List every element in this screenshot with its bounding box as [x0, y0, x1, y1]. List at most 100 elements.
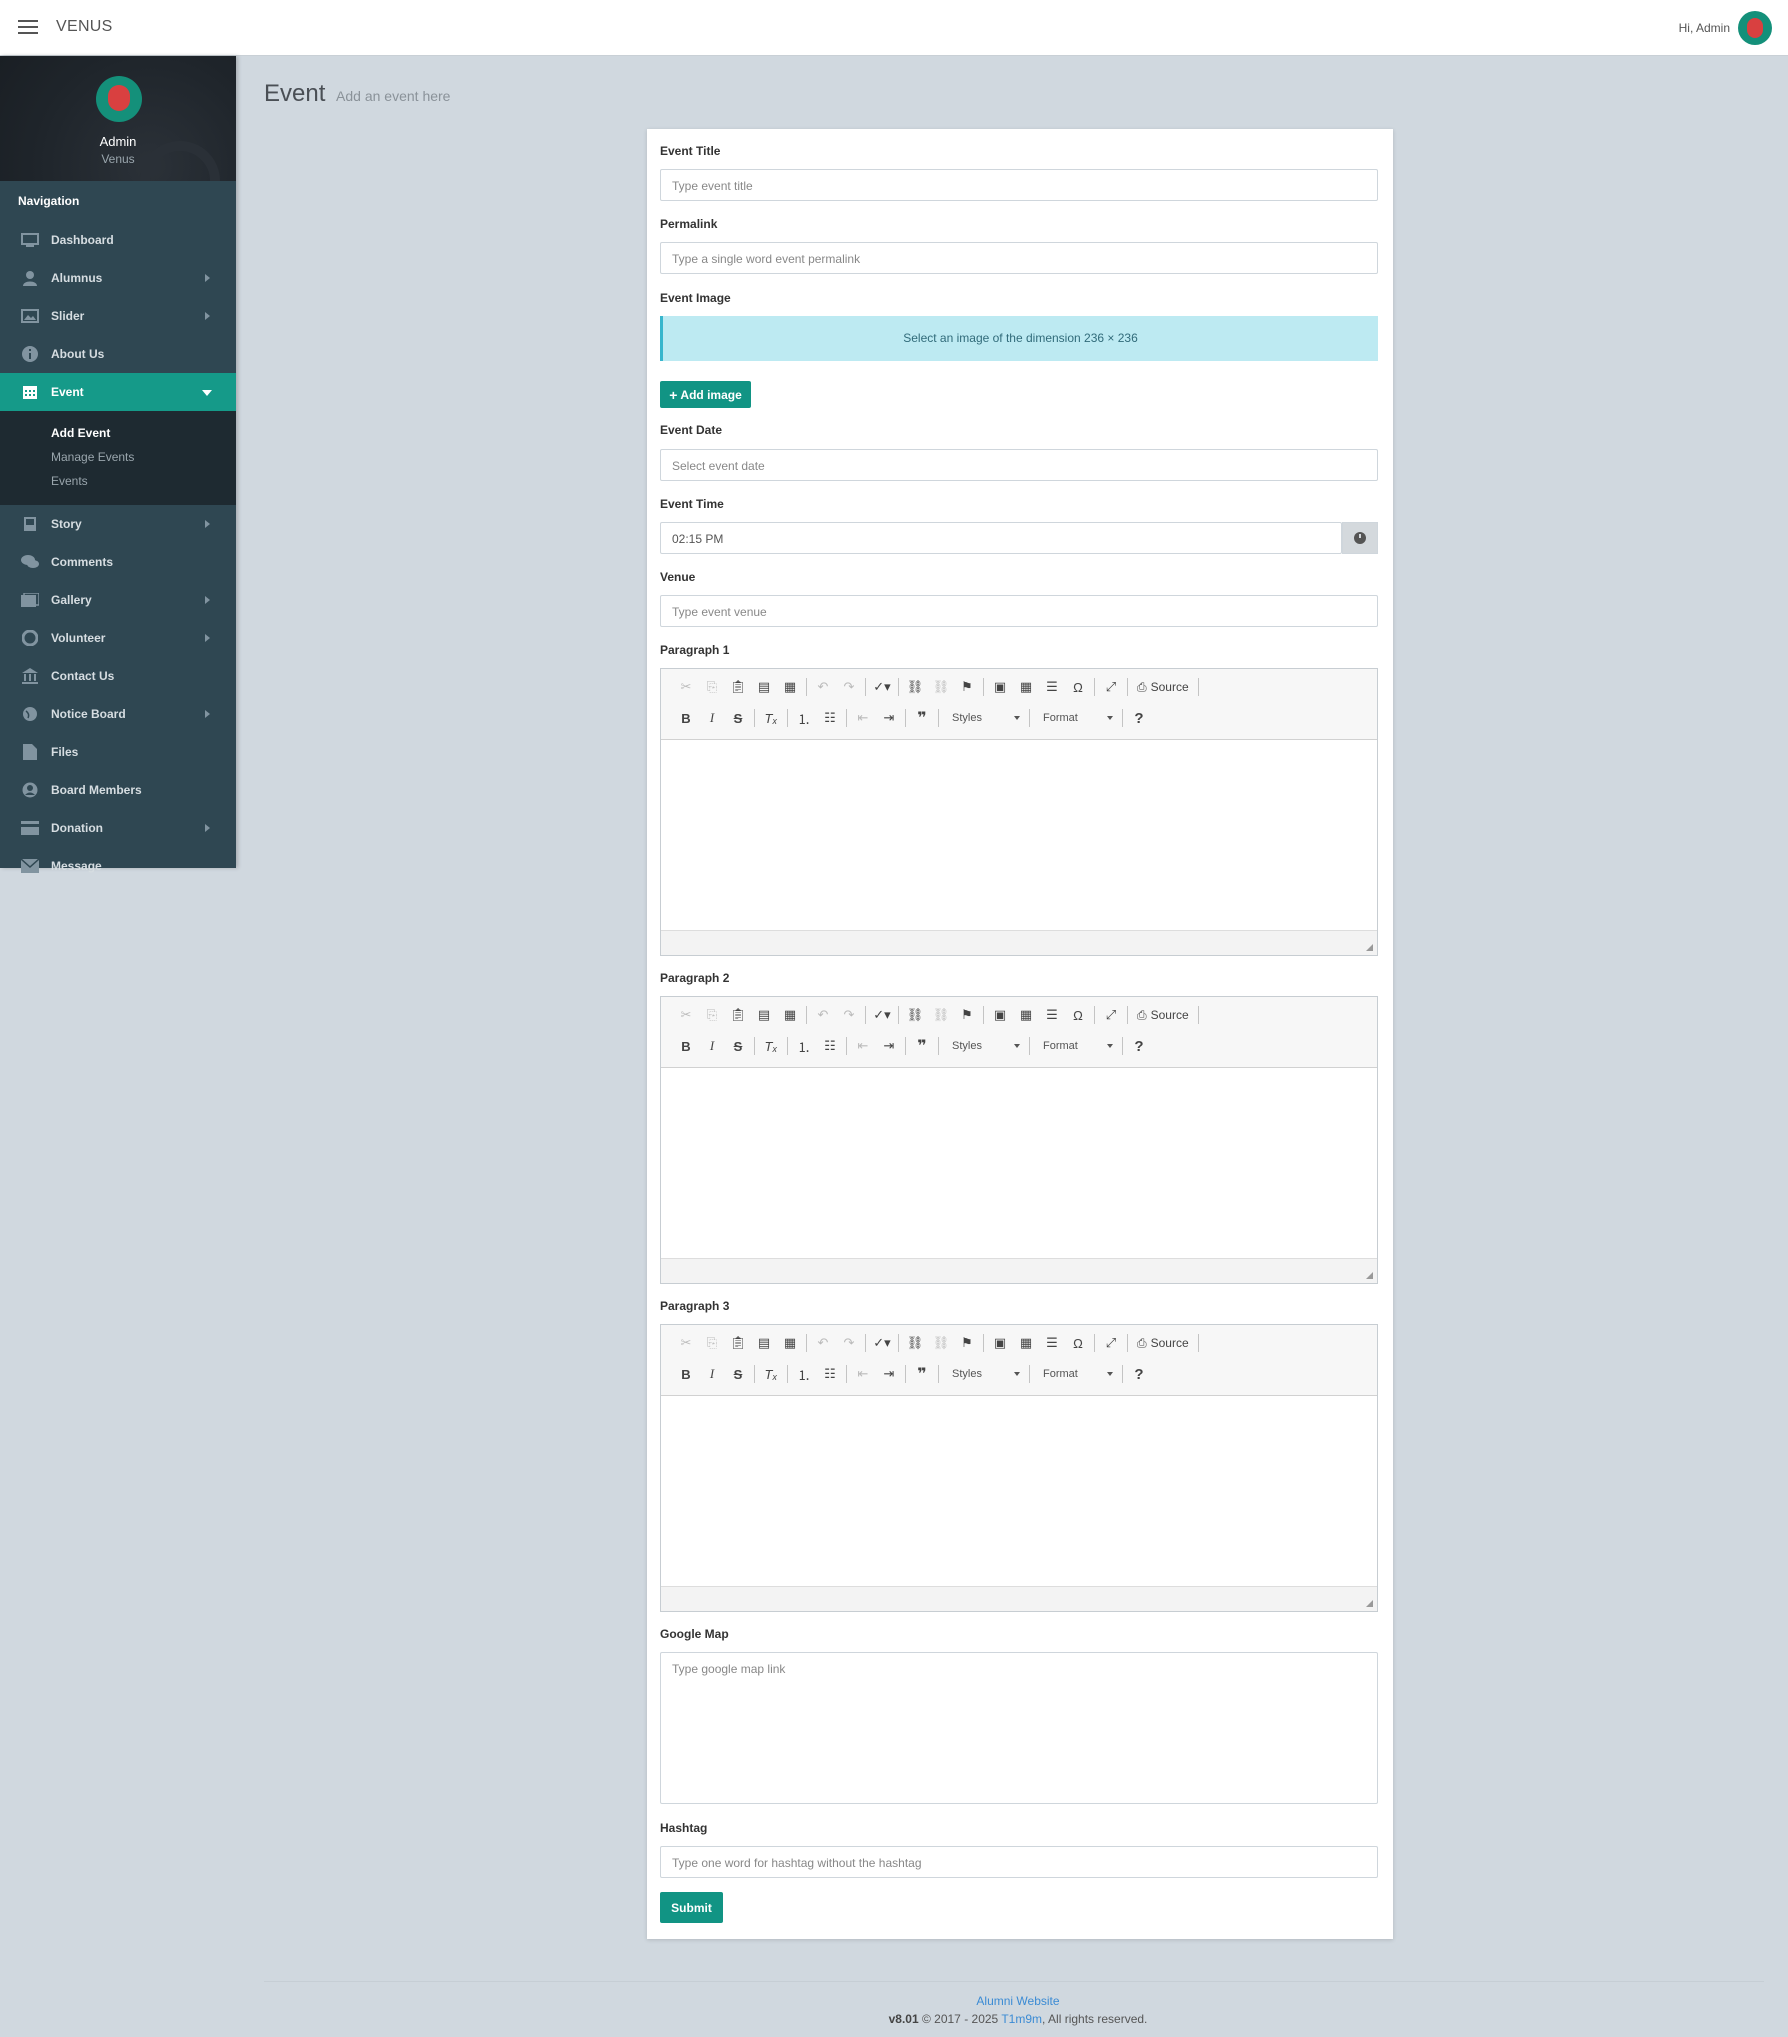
sidebar-item-volunteer[interactable]: Volunteer: [0, 619, 236, 657]
sidebar-item-comments[interactable]: Comments: [0, 543, 236, 581]
sidebar-item-event[interactable]: Event: [0, 373, 236, 411]
source-button[interactable]: ⎙ Source: [1131, 676, 1195, 698]
remove-format-icon[interactable]: Tₓ: [758, 707, 784, 729]
strike-icon[interactable]: S: [725, 1035, 751, 1057]
table-icon[interactable]: ▦: [1013, 1004, 1039, 1026]
blockquote-icon[interactable]: ❞: [909, 707, 935, 729]
outdent-icon[interactable]: ⇤: [850, 707, 876, 729]
event-title-input[interactable]: Type event title: [660, 169, 1378, 201]
format-dropdown[interactable]: Format: [1037, 1035, 1119, 1057]
numbered-list-icon[interactable]: ⒈: [791, 707, 817, 729]
indent-icon[interactable]: ⇥: [876, 1363, 902, 1385]
cut-icon[interactable]: ✂: [673, 1004, 699, 1026]
insert-image-icon[interactable]: ▣: [987, 1332, 1013, 1354]
cut-icon[interactable]: ✂: [673, 1332, 699, 1354]
spellcheck-icon[interactable]: ✓▾: [869, 1332, 895, 1354]
paste-text-icon[interactable]: ▤: [751, 1004, 777, 1026]
source-button[interactable]: ⎙ Source: [1131, 1332, 1195, 1354]
help-icon[interactable]: ?: [1126, 707, 1152, 729]
strike-icon[interactable]: S: [725, 1363, 751, 1385]
sidebar-item-story[interactable]: Story: [0, 505, 236, 543]
anchor-icon[interactable]: ⚑: [954, 1004, 980, 1026]
submenu-add-event[interactable]: Add Event: [0, 421, 236, 445]
paste-icon[interactable]: 📋︎: [725, 1004, 751, 1026]
submit-button[interactable]: Submit: [660, 1892, 723, 1923]
editor-resize-bar[interactable]: [661, 1258, 1377, 1283]
special-char-icon[interactable]: Ω: [1065, 1332, 1091, 1354]
brand-name[interactable]: VENUS: [56, 18, 113, 36]
bulleted-list-icon[interactable]: ☷: [817, 1363, 843, 1385]
cut-icon[interactable]: ✂: [673, 676, 699, 698]
bulleted-list-icon[interactable]: ☷: [817, 707, 843, 729]
help-icon[interactable]: ?: [1126, 1035, 1152, 1057]
bulleted-list-icon[interactable]: ☷: [817, 1035, 843, 1057]
indent-icon[interactable]: ⇥: [876, 1035, 902, 1057]
insert-image-icon[interactable]: ▣: [987, 1004, 1013, 1026]
sidebar-item-donation[interactable]: Donation: [0, 809, 236, 847]
anchor-icon[interactable]: ⚑: [954, 676, 980, 698]
sidebar-item-message[interactable]: Message: [0, 847, 236, 885]
undo-icon[interactable]: ↶: [810, 676, 836, 698]
copy-icon[interactable]: ⎘: [699, 1004, 725, 1026]
italic-icon[interactable]: I: [699, 1363, 725, 1385]
unlink-icon[interactable]: ⛓: [928, 1004, 954, 1026]
help-icon[interactable]: ?: [1126, 1363, 1152, 1385]
editor-resize-bar[interactable]: [661, 1586, 1377, 1611]
event-date-input[interactable]: Select event date: [660, 449, 1378, 481]
submenu-manage-events[interactable]: Manage Events: [0, 445, 236, 469]
hashtag-input[interactable]: Type one word for hashtag without the ha…: [660, 1846, 1378, 1878]
sidebar-item-dashboard[interactable]: Dashboard: [0, 221, 236, 259]
insert-image-icon[interactable]: ▣: [987, 676, 1013, 698]
special-char-icon[interactable]: Ω: [1065, 676, 1091, 698]
horizontal-rule-icon[interactable]: ☰: [1039, 1332, 1065, 1354]
link-icon[interactable]: ⛓: [902, 1004, 928, 1026]
numbered-list-icon[interactable]: ⒈: [791, 1035, 817, 1057]
maximize-icon[interactable]: ⤢: [1098, 676, 1124, 698]
editor-resize-bar[interactable]: [661, 930, 1377, 955]
outdent-icon[interactable]: ⇤: [850, 1035, 876, 1057]
indent-icon[interactable]: ⇥: [876, 707, 902, 729]
horizontal-rule-icon[interactable]: ☰: [1039, 676, 1065, 698]
sidebar-item-slider[interactable]: Slider: [0, 297, 236, 335]
sidebar-item-files[interactable]: Files: [0, 733, 236, 771]
redo-icon[interactable]: ↷: [836, 1332, 862, 1354]
spellcheck-icon[interactable]: ✓▾: [869, 1004, 895, 1026]
sidebar-item-notice-board[interactable]: Notice Board: [0, 695, 236, 733]
copy-icon[interactable]: ⎘: [699, 1332, 725, 1354]
italic-icon[interactable]: I: [699, 707, 725, 729]
unlink-icon[interactable]: ⛓: [928, 676, 954, 698]
paste-icon[interactable]: 📋︎: [725, 1332, 751, 1354]
time-picker-button[interactable]: [1342, 522, 1378, 554]
styles-dropdown[interactable]: Styles: [946, 1035, 1026, 1057]
italic-icon[interactable]: I: [699, 1035, 725, 1057]
menu-icon[interactable]: [18, 20, 38, 34]
submenu-events[interactable]: Events: [0, 469, 236, 493]
paste-word-icon[interactable]: ▦: [777, 676, 803, 698]
maximize-icon[interactable]: ⤢: [1098, 1004, 1124, 1026]
sidebar-item-board-members[interactable]: Board Members: [0, 771, 236, 809]
styles-dropdown[interactable]: Styles: [946, 707, 1026, 729]
event-time-input[interactable]: 02:15 PM: [660, 522, 1342, 554]
undo-icon[interactable]: ↶: [810, 1004, 836, 1026]
source-button[interactable]: ⎙ Source: [1131, 1004, 1195, 1026]
outdent-icon[interactable]: ⇤: [850, 1363, 876, 1385]
paste-text-icon[interactable]: ▤: [751, 1332, 777, 1354]
redo-icon[interactable]: ↷: [836, 1004, 862, 1026]
undo-icon[interactable]: ↶: [810, 1332, 836, 1354]
special-char-icon[interactable]: Ω: [1065, 1004, 1091, 1026]
venue-input[interactable]: Type event venue: [660, 595, 1378, 627]
table-icon[interactable]: ▦: [1013, 1332, 1039, 1354]
sidebar-item-alumnus[interactable]: Alumnus: [0, 259, 236, 297]
footer-author-link[interactable]: T1m9m: [1001, 2012, 1042, 2026]
link-icon[interactable]: ⛓: [902, 1332, 928, 1354]
bold-icon[interactable]: B: [673, 1363, 699, 1385]
editor-content-area[interactable]: [661, 1068, 1377, 1258]
remove-format-icon[interactable]: Tₓ: [758, 1035, 784, 1057]
link-icon[interactable]: ⛓: [902, 676, 928, 698]
blockquote-icon[interactable]: ❞: [909, 1035, 935, 1057]
add-image-button[interactable]: + Add image: [660, 381, 751, 408]
paste-word-icon[interactable]: ▦: [777, 1004, 803, 1026]
maximize-icon[interactable]: ⤢: [1098, 1332, 1124, 1354]
google-map-textarea[interactable]: Type google map link: [660, 1652, 1378, 1804]
editor-content-area[interactable]: [661, 740, 1377, 930]
